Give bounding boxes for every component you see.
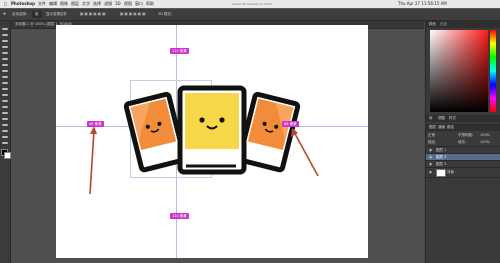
type-tool-icon[interactable] [2,117,8,121]
blend-opacity-row: 正常 不透明度: 100% [428,132,498,138]
crop-tool-icon[interactable] [2,51,8,55]
show-transform-checkbox[interactable]: 显示变换控件 [46,11,67,18]
background-color-swatch[interactable] [4,152,11,159]
zoom-tool-icon[interactable] [2,141,8,145]
menu-item-type[interactable]: 文字 [82,0,90,8]
dodge-tool-icon[interactable] [2,105,8,109]
opacity-label: 不透明度: [458,133,474,137]
marquee-tool-icon[interactable] [2,33,8,37]
menu-item-app[interactable]: Photoshop [11,0,35,8]
measurement-top: 120 像素 [170,48,189,54]
fill-value[interactable]: 100% [480,139,490,145]
background-layer-name: 背景 [447,170,454,174]
tab-channels[interactable]: 通道 [438,124,445,130]
tab-styles[interactable]: 样式 [449,115,456,121]
menu-item-select[interactable]: 选择 [93,0,101,8]
tab-layers[interactable]: 图层 [429,124,436,130]
clock: Thu Apr 27 11:56:15 AM [398,1,447,6]
color-panel-header: 颜色 色板 [426,21,500,28]
auto-select-dropdown[interactable]: 组 [32,11,42,18]
menu-item-filter[interactable]: 滤镜 [104,0,112,8]
clone-stamp-tool-icon[interactable] [2,75,8,79]
adjustments-panel-header: 库 调整 样式 [426,115,500,122]
menu-item-layer[interactable]: 图层 [71,0,79,8]
distribute-buttons[interactable]: ▦ ▦ ▦ ▦ ▦ ▦ [120,11,145,18]
gradient-tool-icon[interactable] [2,93,8,97]
tools-panel [0,21,11,263]
path-select-tool-icon[interactable] [2,123,8,127]
color-picker-field[interactable] [430,30,488,112]
lock-label: 锁定: [428,140,437,144]
move-tool-icon[interactable]: ✥ [3,11,6,18]
brush-tool-icon[interactable] [2,69,8,73]
tab-paths[interactable]: 路径 [447,124,454,130]
layer-thumbnail [436,169,446,177]
menu-item-file[interactable]: 文件 [38,0,46,8]
tab-libraries[interactable]: 库 [429,115,433,121]
right-annotation-arrow [291,128,319,177]
fill-label: 填充: [458,140,467,144]
center-card-eye-left [199,117,205,123]
eyedropper-tool-icon[interactable] [2,57,8,61]
align-buttons[interactable]: ▦ ▦ ▦ ▦ ▦ ▦ [80,11,105,18]
annotation-arrows [89,126,319,195]
3d-mode-label: 3D 模式: [158,12,173,16]
menu-item-edit[interactable]: 编辑 [49,0,57,8]
center-card-eye-right [219,117,225,123]
healing-brush-tool-icon[interactable] [2,63,8,67]
layers-panel-header: 图层 通道 路径 [426,124,500,131]
options-bar: ✥ 自动选择: 组 显示变换控件 ▦ ▦ ▦ ▦ ▦ ▦ ▦ ▦ ▦ ▦ ▦ ▦… [0,9,500,21]
blur-tool-icon[interactable] [2,99,8,103]
visibility-eye-icon[interactable]: ◉ [429,169,432,175]
move-tool-icon[interactable] [2,27,8,31]
shape-tool-icon[interactable] [2,129,8,133]
apple-icon[interactable]:  [4,0,6,8]
hue-slider[interactable] [490,30,496,112]
auto-select-label[interactable]: 自动选择: [12,11,27,18]
menu-item-image[interactable]: 图像 [60,0,68,8]
tab-adjustments[interactable]: 调整 [438,115,445,121]
tab-swatches[interactable]: 色板 [440,21,447,27]
opacity-value[interactable]: 100% [480,132,490,138]
menu-item-window[interactable]: 窗口 [135,0,143,8]
blend-mode-select[interactable]: 正常 [428,133,435,137]
quick-select-tool-icon[interactable] [2,45,8,49]
menu-item-view[interactable]: 视图 [124,0,132,8]
eraser-tool-icon[interactable] [2,87,8,91]
history-brush-tool-icon[interactable] [2,81,8,85]
lasso-tool-icon[interactable] [2,39,8,43]
measurement-bottom: 120 像素 [170,213,189,219]
left-annotation-arrow [89,126,97,195]
pen-tool-icon[interactable] [2,111,8,115]
menu-item-help[interactable]: 帮助 [146,0,154,8]
menu-item-3d[interactable]: 3D [115,0,121,8]
hand-tool-icon[interactable] [2,135,8,139]
background-layer-row[interactable]: ◉ 背景 [426,167,500,178]
lock-fill-row: 锁定: 填充: 100% [428,139,498,145]
tab-color[interactable]: 颜色 [429,21,436,27]
